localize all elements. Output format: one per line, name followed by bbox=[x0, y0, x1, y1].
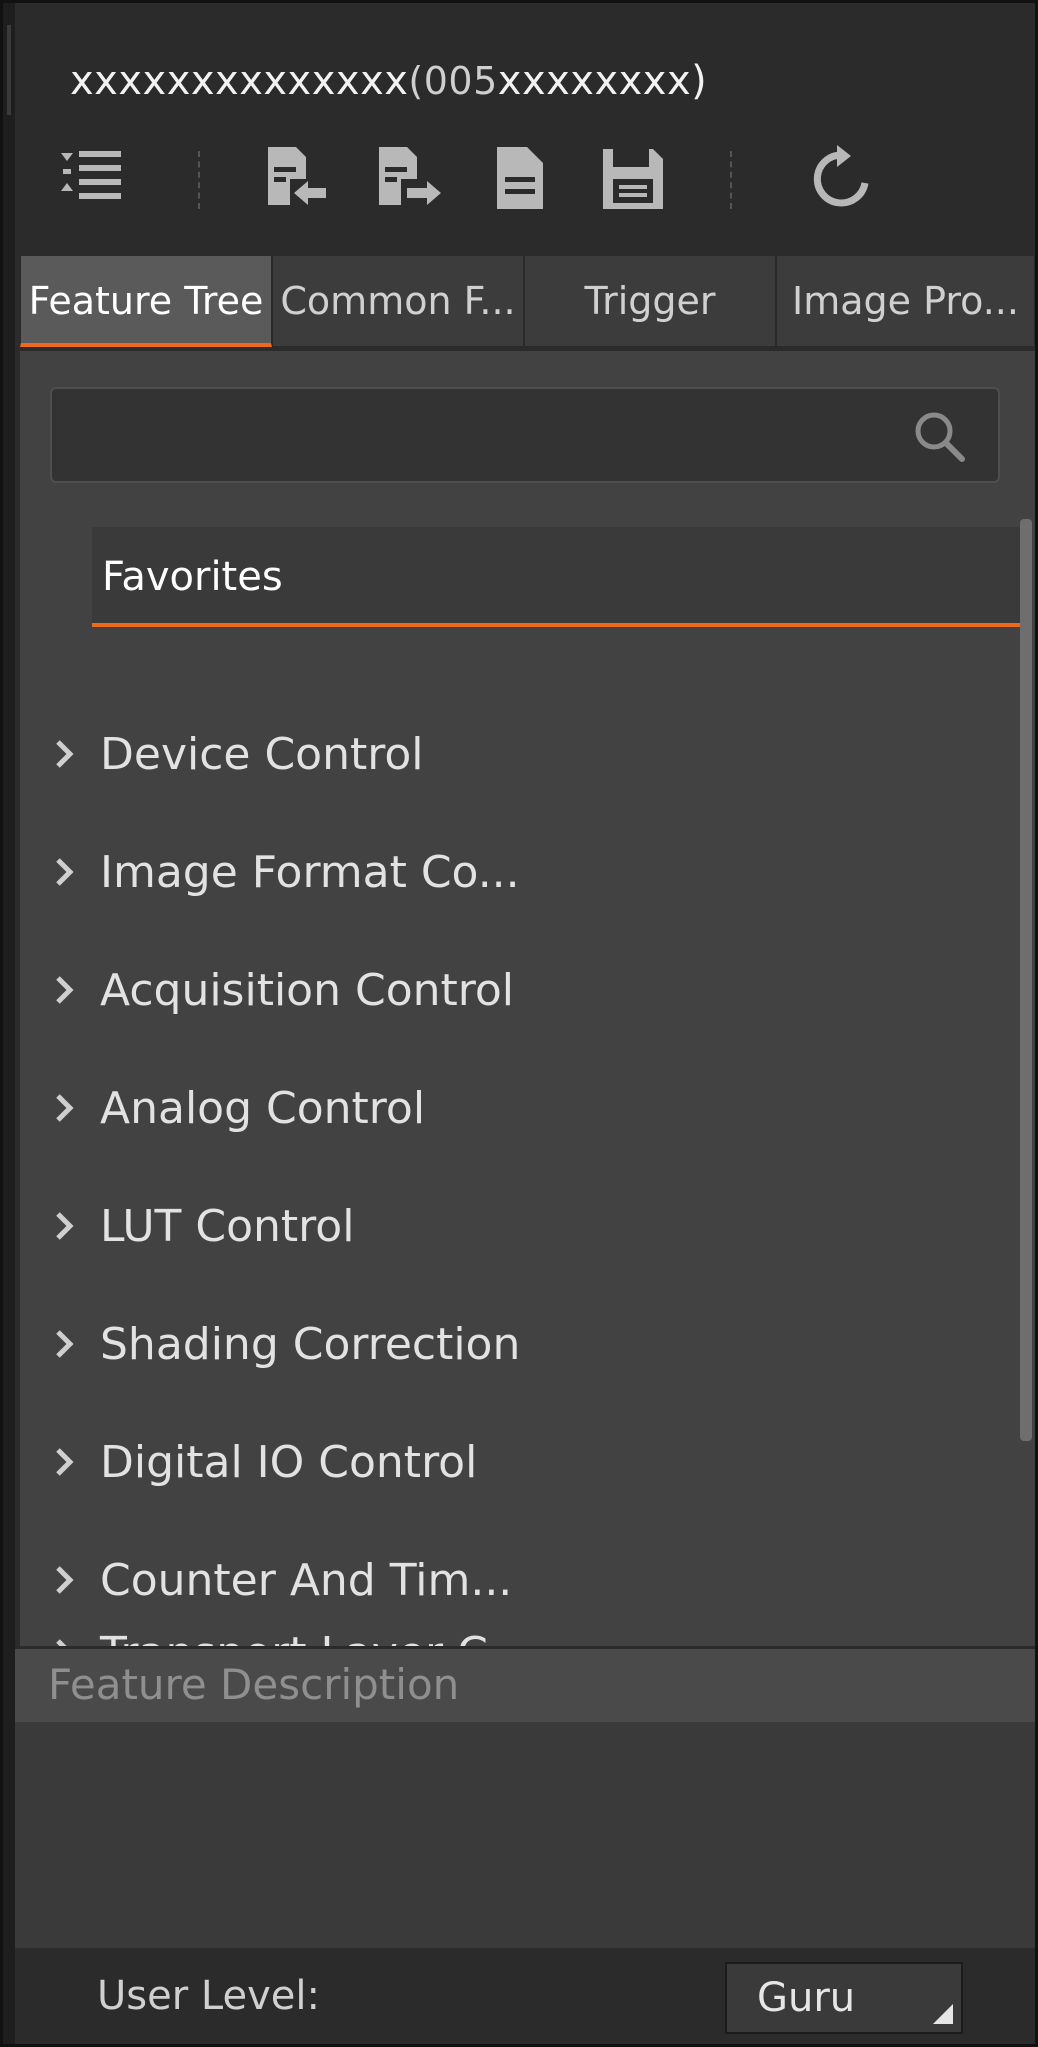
device-serial-prefix: (005 bbox=[408, 59, 498, 103]
save-icon[interactable] bbox=[597, 143, 667, 213]
chevron-right-icon[interactable] bbox=[50, 1208, 78, 1244]
refresh-icon[interactable] bbox=[807, 143, 877, 213]
tree-item-label: Image Format Co... bbox=[100, 847, 520, 898]
user-level-select[interactable]: Guru bbox=[725, 1962, 963, 2034]
feature-panel: xxxxxxxxxxxxxx(005xxxxxxxx) Feature Tree… bbox=[3, 3, 1035, 2044]
tree-item-label: Shading Correction bbox=[100, 1319, 521, 1370]
chevron-right-icon[interactable] bbox=[50, 854, 78, 890]
search-input[interactable] bbox=[50, 387, 1000, 483]
chevron-right-icon[interactable] bbox=[50, 1562, 78, 1598]
feature-description-body bbox=[15, 1722, 1035, 1948]
tree-item-analog-control[interactable]: Analog Control bbox=[20, 1050, 1010, 1168]
tree-item-image-format-control[interactable]: Image Format Co... bbox=[20, 814, 1010, 932]
device-title: xxxxxxxxxxxxxx(005xxxxxxxx) bbox=[70, 58, 707, 104]
tree-item-shading-correction[interactable]: Shading Correction bbox=[20, 1286, 1010, 1404]
toolbar-separator bbox=[730, 151, 732, 209]
export-icon[interactable] bbox=[373, 143, 443, 213]
panel-notch bbox=[7, 25, 11, 115]
tab-image-processing[interactable]: Image Pro... bbox=[776, 255, 1035, 347]
device-serial-rest: xxxxxxxx) bbox=[497, 58, 708, 104]
left-strip bbox=[3, 3, 15, 2044]
device-name: xxxxxxxxxxxxxx bbox=[70, 58, 409, 104]
panel-header: xxxxxxxxxxxxxx(005xxxxxxxx) bbox=[15, 3, 1035, 253]
chevron-right-icon[interactable] bbox=[50, 1090, 78, 1126]
tree-item-acquisition-control[interactable]: Acquisition Control bbox=[20, 932, 1010, 1050]
tree-item-label: LUT Control bbox=[100, 1201, 355, 1252]
chevron-right-icon[interactable] bbox=[50, 1326, 78, 1362]
panel-footer: User Level: Guru bbox=[15, 1948, 1035, 2044]
favorites-header[interactable]: Favorites bbox=[92, 527, 1020, 627]
tree-item-device-control[interactable]: Device Control bbox=[20, 696, 1010, 814]
tree-item-label: Device Control bbox=[100, 729, 424, 780]
import-icon[interactable] bbox=[260, 143, 330, 213]
tree-item-digital-io-control[interactable]: Digital IO Control bbox=[20, 1404, 1010, 1522]
tab-common-features[interactable]: Common F... bbox=[272, 255, 524, 347]
tab-trigger[interactable]: Trigger bbox=[524, 255, 776, 347]
tree-item-transport-layer[interactable]: Transport Layer C... bbox=[20, 1595, 1010, 1646]
user-level-label: User Level: bbox=[97, 1973, 320, 2019]
chevron-right-icon[interactable] bbox=[50, 972, 78, 1008]
chevron-right-icon[interactable] bbox=[50, 736, 78, 772]
search-icon[interactable] bbox=[912, 409, 966, 463]
chevron-right-icon[interactable] bbox=[50, 1444, 78, 1480]
toolbar-separator bbox=[198, 151, 200, 209]
tree-item-label: Acquisition Control bbox=[100, 965, 515, 1016]
dropdown-corner-icon bbox=[933, 2004, 953, 2024]
tree-item-label: Analog Control bbox=[100, 1083, 426, 1134]
expand-collapse-icon[interactable] bbox=[57, 143, 127, 213]
tab-feature-tree[interactable]: Feature Tree bbox=[20, 255, 272, 347]
tree-item-label: Transport Layer C... bbox=[100, 1595, 530, 1646]
document-icon[interactable] bbox=[485, 143, 555, 213]
feature-tree-panel: Favorites Device Control Image Format Co… bbox=[20, 351, 1035, 1646]
feature-description-header: Feature Description bbox=[15, 1646, 1035, 1722]
chevron-right-icon[interactable] bbox=[50, 1635, 78, 1646]
scrollbar-thumb[interactable] bbox=[1020, 519, 1032, 1441]
user-level-value: Guru bbox=[757, 1975, 856, 2021]
tree-item-label: Digital IO Control bbox=[100, 1437, 478, 1488]
tab-bar: Feature Tree Common F... Trigger Image P… bbox=[20, 255, 1035, 351]
tree-item-lut-control[interactable]: LUT Control bbox=[20, 1168, 1010, 1286]
